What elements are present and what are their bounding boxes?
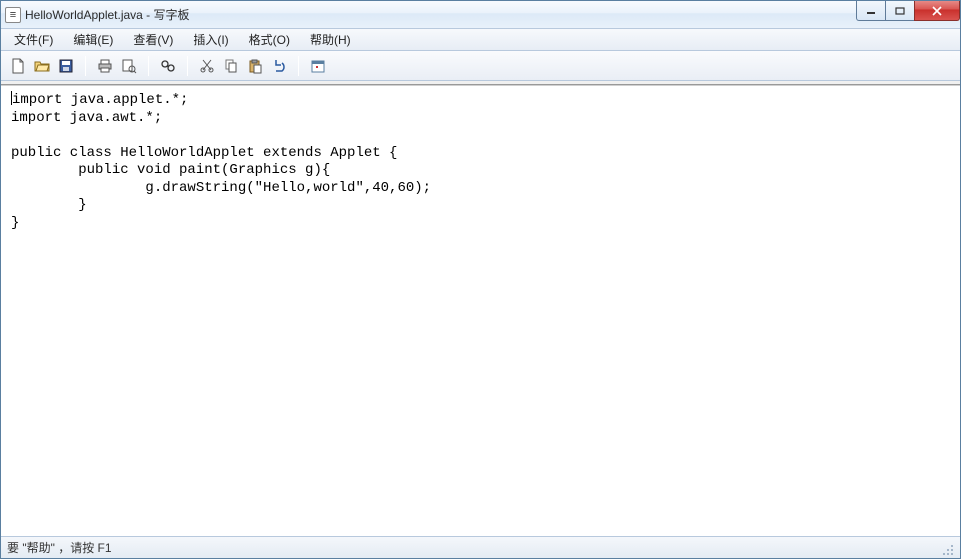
new-file-icon[interactable] [7,55,29,77]
menu-help[interactable]: 帮助(H) [301,28,360,51]
menu-bar: 文件(F) 编辑(E) 查看(V) 插入(I) 格式(O) 帮助(H) [1,29,960,51]
close-button[interactable] [914,1,960,21]
menu-edit[interactable]: 编辑(E) [64,28,122,51]
cut-icon[interactable] [196,55,218,77]
menu-view[interactable]: 查看(V) [124,28,182,51]
status-text: 要 "帮助" ，请按 F1 [7,539,112,556]
toolbar-separator [187,56,188,76]
copy-icon[interactable] [220,55,242,77]
open-file-icon[interactable] [31,55,53,77]
status-bar: 要 "帮助" ，请按 F1 [1,536,960,558]
find-icon[interactable] [157,55,179,77]
menu-format[interactable]: 格式(O) [240,28,299,51]
maximize-button[interactable] [885,1,915,21]
menu-insert[interactable]: 插入(I) [184,28,237,51]
toolbar-separator [85,56,86,76]
window-title: HelloWorldApplet.java - 写字板 [25,6,190,23]
text-caret [11,91,12,105]
toolbar-separator [298,56,299,76]
toolbar-separator [148,56,149,76]
editor-content: import java.applet.*; import java.awt.*;… [11,92,431,231]
app-icon: ≡ [5,7,21,23]
paste-icon[interactable] [244,55,266,77]
text-editor[interactable]: import java.applet.*; import java.awt.*;… [1,85,960,536]
title-bar: ≡ HelloWorldApplet.java - 写字板 [1,1,960,29]
toolbar [1,51,960,81]
undo-icon[interactable] [268,55,290,77]
print-preview-icon[interactable] [118,55,140,77]
window-controls [857,1,960,21]
minimize-button[interactable] [856,1,886,21]
datetime-icon[interactable] [307,55,329,77]
print-icon[interactable] [94,55,116,77]
resize-grip-icon[interactable] [938,540,954,556]
save-file-icon[interactable] [55,55,77,77]
menu-file[interactable]: 文件(F) [5,28,62,51]
